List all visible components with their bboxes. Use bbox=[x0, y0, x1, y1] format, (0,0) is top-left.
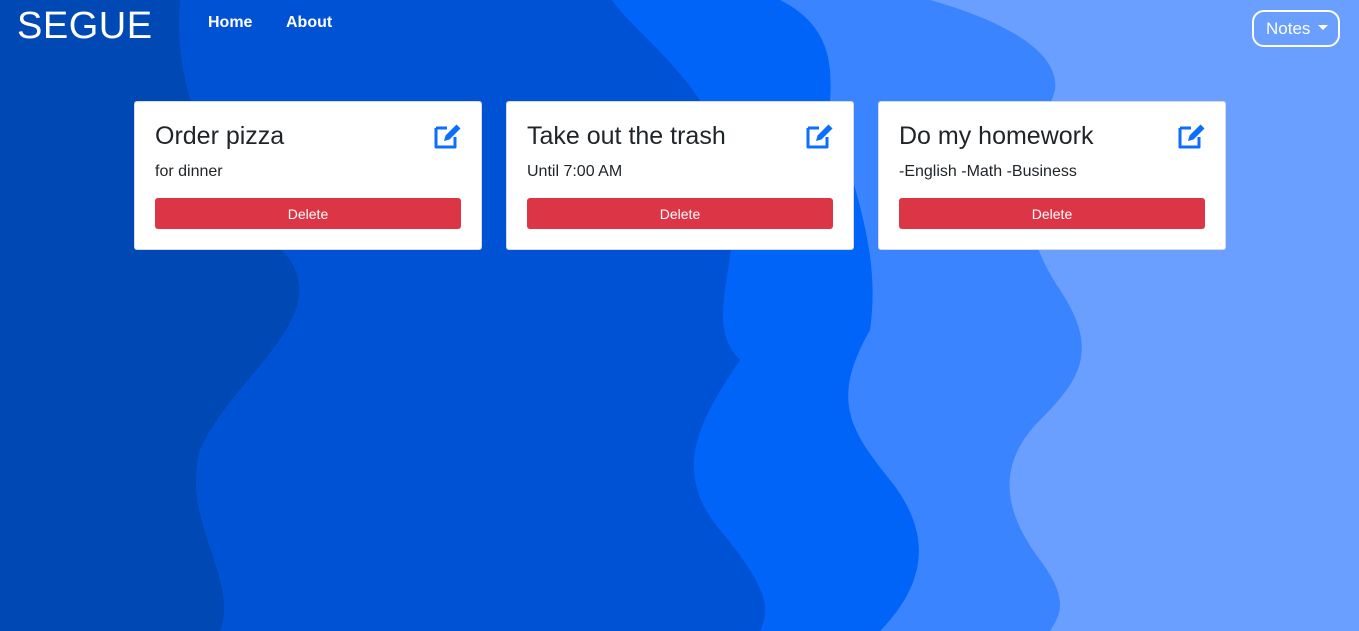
note-title: Do my homework bbox=[899, 122, 1094, 150]
note-text: Until 7:00 AM bbox=[527, 163, 623, 180]
notes-dropdown-label: Notes bbox=[1266, 18, 1311, 38]
note-card: Take out the trash Until 7:00 AM Delete bbox=[506, 101, 854, 250]
wave-background bbox=[0, 0, 1359, 631]
note-card: Order pizza for dinner Delete bbox=[134, 101, 482, 250]
nav-link-home[interactable]: Home bbox=[208, 13, 252, 33]
note-title: Take out the trash bbox=[527, 122, 726, 150]
brand-logo[interactable]: SEGUE bbox=[17, 5, 153, 47]
delete-button[interactable]: Delete bbox=[527, 198, 833, 229]
note-card: Do my homework -English -Math -Business … bbox=[878, 101, 1226, 250]
note-title: Order pizza bbox=[155, 122, 285, 150]
edit-icon[interactable] bbox=[1177, 122, 1207, 150]
delete-button[interactable]: Delete bbox=[899, 198, 1205, 229]
notes-dropdown-button[interactable]: Notes bbox=[1252, 10, 1340, 47]
edit-icon[interactable] bbox=[433, 122, 463, 150]
note-text: -English -Math -Business bbox=[899, 163, 1077, 180]
caret-down-icon bbox=[1318, 25, 1329, 30]
delete-button[interactable]: Delete bbox=[155, 198, 461, 229]
edit-icon[interactable] bbox=[805, 122, 835, 150]
navbar: SEGUE Home About Notes bbox=[0, 0, 1359, 62]
note-text: for dinner bbox=[155, 163, 223, 180]
nav-link-about[interactable]: About bbox=[286, 13, 332, 33]
